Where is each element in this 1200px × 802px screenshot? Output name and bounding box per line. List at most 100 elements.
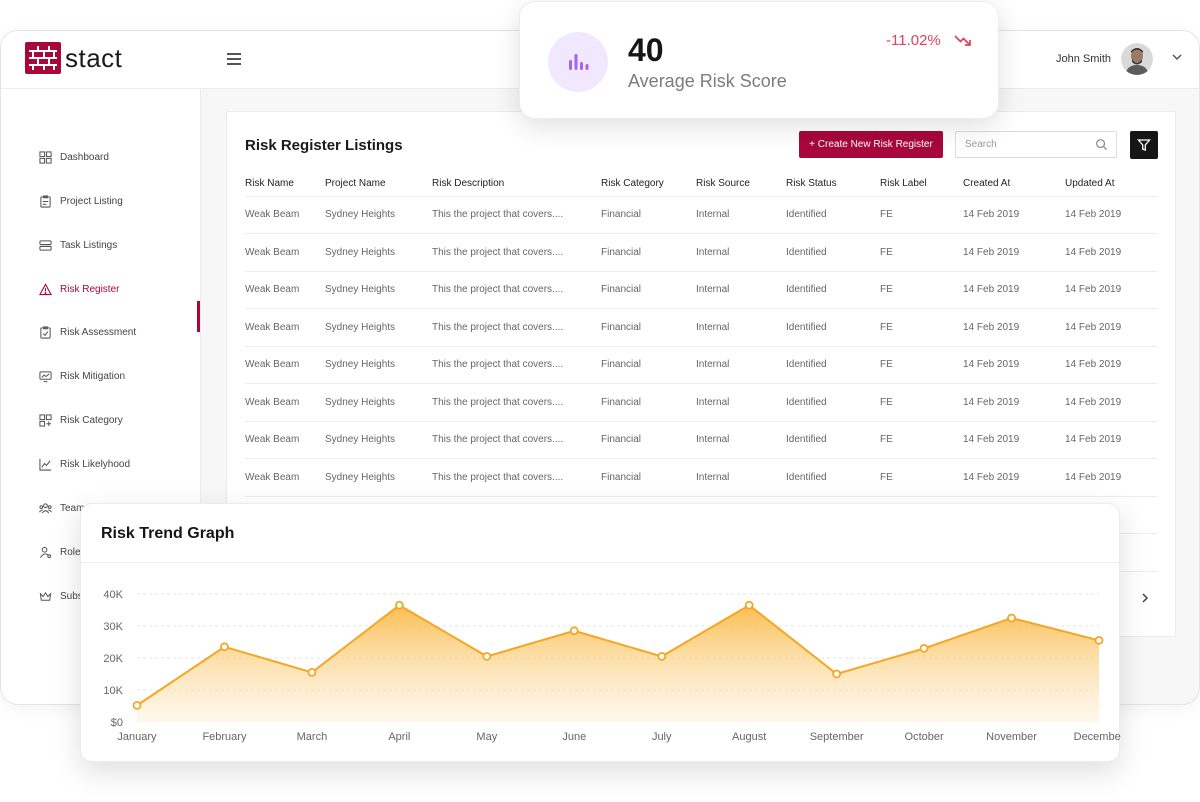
- column-header-risk-status[interactable]: Risk Status: [786, 172, 880, 197]
- data-point[interactable]: [744, 600, 754, 610]
- sidebar-item-risk-category[interactable]: Risk Category: [39, 410, 201, 430]
- cell-risk-name: Weak Beam: [245, 383, 325, 422]
- dashboard-icon: [39, 150, 52, 164]
- data-point[interactable]: [657, 651, 667, 661]
- column-header-updated-at[interactable]: Updated At: [1065, 172, 1157, 197]
- table-row[interactable]: Weak Beam Sydney Heights This the projec…: [245, 308, 1157, 347]
- column-header-risk-name[interactable]: Risk Name: [245, 172, 325, 197]
- x-tick-label: September: [810, 731, 864, 743]
- table-row[interactable]: Weak Beam Sydney Heights This the projec…: [245, 383, 1157, 422]
- cell-risk-description: This the project that covers....: [432, 308, 601, 347]
- search-icon[interactable]: [1095, 138, 1108, 151]
- cell-risk-source: Internal: [696, 383, 786, 422]
- column-header-project-name[interactable]: Project Name: [325, 172, 432, 197]
- cell-created-at: 14 Feb 2019: [963, 421, 1065, 459]
- cell-risk-label: FE: [880, 196, 963, 234]
- monitor-chart-icon: [39, 370, 52, 382]
- cell-project-name: Sydney Heights: [325, 458, 432, 497]
- cell-risk-label: FE: [880, 233, 963, 272]
- cell-risk-name: Weak Beam: [245, 196, 325, 234]
- cell-risk-category: Financial: [601, 458, 696, 497]
- cell-updated-at: 14 Feb 2019: [1065, 383, 1157, 422]
- cell-risk-name: Weak Beam: [245, 458, 325, 497]
- user-name: John Smith: [1055, 53, 1111, 65]
- x-tick-label: March: [297, 731, 328, 743]
- data-point[interactable]: [307, 667, 317, 677]
- tasks-icon: [39, 239, 52, 251]
- sidebar-item-task-listings[interactable]: Task Listings: [39, 235, 201, 255]
- data-point[interactable]: [220, 642, 229, 652]
- sidebar-item-label: Risk Likelyhood: [60, 458, 131, 470]
- column-header-risk-category[interactable]: Risk Category: [601, 172, 696, 197]
- table-row[interactable]: Weak Beam Sydney Heights This the projec…: [245, 271, 1157, 309]
- table-row[interactable]: Weak Beam Sydney Heights This the projec…: [245, 421, 1157, 459]
- cell-updated-at: 14 Feb 2019: [1065, 421, 1157, 459]
- column-header-risk-source[interactable]: Risk Source: [696, 172, 786, 197]
- create-risk-register-button[interactable]: + Create New Risk Register: [799, 131, 943, 158]
- cell-risk-category: Financial: [601, 421, 696, 459]
- logo[interactable]: stact: [25, 42, 122, 74]
- score-change: -11.02%: [886, 32, 941, 49]
- cell-risk-source: Internal: [696, 346, 786, 384]
- cell-risk-name: Weak Beam: [245, 346, 325, 384]
- cell-risk-category: Financial: [601, 196, 696, 234]
- cell-project-name: Sydney Heights: [325, 271, 432, 309]
- column-header-created-at[interactable]: Created At: [963, 172, 1065, 197]
- average-risk-score-card: 40 Average Risk Score -11.02%: [519, 1, 999, 119]
- cell-risk-status: Identified: [786, 383, 880, 422]
- filter-button[interactable]: [1130, 131, 1158, 159]
- y-tick-label: $0: [111, 717, 123, 729]
- x-tick-label: December: [1074, 731, 1121, 743]
- sidebar-item-label: Risk Register: [60, 283, 120, 295]
- sidebar-item-risk-assessment[interactable]: Risk Assessment: [39, 322, 201, 342]
- sidebar-item-label: Project Listing: [60, 195, 123, 207]
- x-tick-label: June: [562, 731, 586, 743]
- cell-risk-source: Internal: [696, 458, 786, 497]
- x-tick-label: May: [476, 731, 497, 743]
- cell-risk-description: This the project that covers....: [432, 346, 601, 384]
- brand-name: stact: [65, 42, 123, 73]
- user-icon: [39, 546, 52, 558]
- cell-project-name: Sydney Heights: [325, 383, 432, 422]
- sidebar-item-risk-register[interactable]: Risk Register: [39, 279, 201, 299]
- cell-risk-category: Financial: [601, 383, 696, 422]
- data-point[interactable]: [1007, 613, 1016, 623]
- data-point[interactable]: [569, 626, 579, 636]
- cell-risk-label: FE: [880, 383, 963, 422]
- table-row[interactable]: Weak Beam Sydney Heights This the projec…: [245, 346, 1157, 384]
- sidebar-item-risk-mitigation[interactable]: Risk Mitigation: [39, 366, 201, 386]
- chevron-right-icon[interactable]: [1139, 592, 1151, 604]
- cell-risk-label: FE: [880, 346, 963, 384]
- data-point[interactable]: [1094, 635, 1104, 645]
- data-point[interactable]: [132, 700, 142, 710]
- cell-risk-status: Identified: [786, 346, 880, 384]
- cell-project-name: Sydney Heights: [325, 233, 432, 272]
- clipboard-icon: [40, 194, 51, 208]
- data-point[interactable]: [832, 669, 842, 679]
- sidebar-item-risk-likelyhood[interactable]: Risk Likelyhood: [39, 454, 201, 474]
- cell-risk-source: Internal: [696, 233, 786, 272]
- cell-risk-source: Internal: [696, 421, 786, 459]
- user-menu[interactable]: John Smith: [1056, 43, 1153, 75]
- column-header-risk-label[interactable]: Risk Label: [880, 172, 963, 197]
- hamburger-menu-icon[interactable]: [227, 53, 241, 65]
- table-header-row: Risk Name Project Name Risk Description …: [245, 172, 1157, 197]
- cell-risk-source: Internal: [696, 271, 786, 309]
- sidebar-item-dashboard[interactable]: Dashboard: [39, 147, 201, 167]
- column-header-risk-description[interactable]: Risk Description: [432, 172, 601, 197]
- data-point[interactable]: [482, 651, 492, 661]
- sidebar-item-project-listing[interactable]: Project Listing: [39, 191, 201, 211]
- cell-risk-status: Identified: [786, 458, 880, 497]
- cell-updated-at: 14 Feb 2019: [1065, 346, 1157, 384]
- table-row[interactable]: Weak Beam Sydney Heights This the projec…: [245, 458, 1157, 497]
- x-tick-label: October: [905, 731, 944, 743]
- search-input[interactable]: [956, 132, 1086, 157]
- cell-project-name: Sydney Heights: [325, 196, 432, 234]
- bar-chart-icon: [569, 54, 589, 70]
- chevron-down-icon[interactable]: [1171, 51, 1183, 63]
- data-point[interactable]: [919, 643, 929, 653]
- data-point[interactable]: [394, 600, 404, 610]
- sidebar-item-label: Risk Category: [60, 414, 123, 426]
- table-row[interactable]: Weak Beam Sydney Heights This the projec…: [245, 233, 1157, 272]
- table-row[interactable]: Weak Beam Sydney Heights This the projec…: [245, 196, 1157, 234]
